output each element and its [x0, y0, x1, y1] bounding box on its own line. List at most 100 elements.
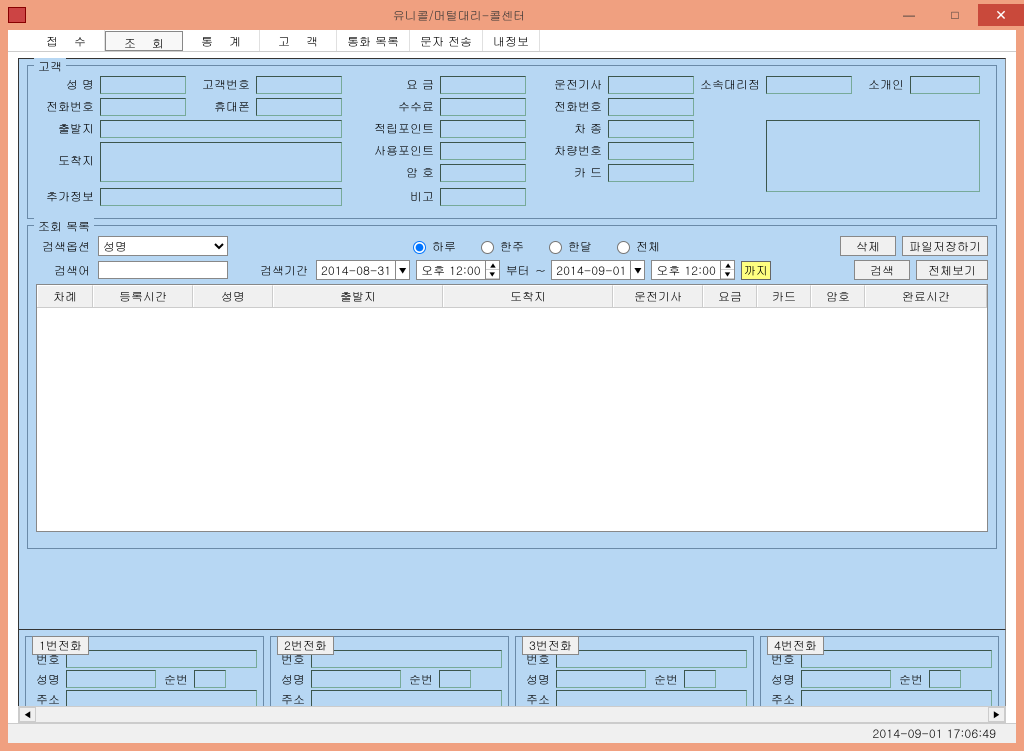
from-text: 부터 [506, 262, 530, 279]
line2-box: 2번전화 번호 성명순번 주소 [270, 636, 509, 714]
lbl-l1-name: 성명 [32, 671, 62, 688]
show-all-button[interactable]: 전체보기 [916, 260, 988, 280]
col-done[interactable]: 완료시간 [865, 285, 987, 307]
lbl-keyword: 검색어 [36, 262, 92, 279]
search-option-select[interactable]: 성명 [98, 236, 228, 256]
menu-bar: 접 수 조 회 통 계 고 객 통화 목록 문자 전송 내정보 [8, 30, 1016, 52]
col-card[interactable]: 카드 [757, 285, 811, 307]
search-button[interactable]: 검색 [854, 260, 910, 280]
fld-l2-seq[interactable] [439, 670, 471, 688]
lbl-agency: 소속대리점 [698, 76, 762, 93]
menu-customer[interactable]: 고 객 [260, 30, 337, 51]
fld-card[interactable] [608, 164, 694, 182]
fld-from[interactable] [100, 120, 342, 138]
col-regtime[interactable]: 등록시간 [93, 285, 193, 307]
fld-referrer[interactable] [910, 76, 980, 94]
fld-extra[interactable] [100, 188, 342, 206]
fld-fee[interactable] [440, 76, 526, 94]
time-from[interactable]: 오후 12:00▲▼ [416, 260, 500, 280]
col-from[interactable]: 출발지 [273, 285, 443, 307]
menu-sms[interactable]: 문자 전송 [410, 30, 483, 51]
line2-title: 2번전화 [277, 636, 334, 655]
fld-l2-name[interactable] [311, 670, 401, 688]
keyword-input[interactable] [98, 261, 228, 279]
dropdown-icon[interactable]: ▼ [395, 261, 409, 279]
line1-box: 1번전화 번호 성명순번 주소 [25, 636, 264, 714]
fld-l3-name[interactable] [556, 670, 646, 688]
menu-accept[interactable]: 접 수 [28, 30, 105, 51]
radio-day[interactable]: 하루 [408, 238, 456, 255]
fld-l4-no[interactable] [801, 650, 992, 668]
fld-savept[interactable] [440, 120, 526, 138]
line4-title: 4번전화 [767, 636, 824, 655]
fld-l3-seq[interactable] [684, 670, 716, 688]
fld-commission[interactable] [440, 98, 526, 116]
col-driver[interactable]: 운전기사 [613, 285, 703, 307]
fld-name[interactable] [100, 76, 186, 94]
scroll-left-icon[interactable]: ◀ [19, 707, 36, 722]
lbl-card: 카 드 [544, 164, 604, 181]
customer-group-title: 고객 [34, 58, 66, 75]
menu-calllog[interactable]: 통화 목록 [337, 30, 410, 51]
radio-week[interactable]: 한주 [476, 238, 524, 255]
col-fee[interactable]: 요금 [703, 285, 757, 307]
fld-memo[interactable] [766, 120, 980, 192]
fld-agency[interactable] [766, 76, 852, 94]
fld-l1-no[interactable] [66, 650, 257, 668]
time-to[interactable]: 오후 12:00▲▼ [651, 260, 735, 280]
fld-remark[interactable] [440, 188, 526, 206]
delete-button[interactable]: 삭제 [840, 236, 896, 256]
lbl-referrer: 소개인 [860, 76, 906, 93]
table-body[interactable] [37, 308, 987, 531]
fld-l1-seq[interactable] [194, 670, 226, 688]
fld-driver[interactable] [608, 76, 694, 94]
col-name[interactable]: 성명 [193, 285, 273, 307]
fld-l4-name[interactable] [801, 670, 891, 688]
col-to[interactable]: 도착지 [443, 285, 613, 307]
result-table: 차례 등록시간 성명 출발지 도착지 운전기사 요금 카드 암호 완료시간 [36, 284, 988, 532]
lbl-tel: 전화번호 [36, 98, 96, 115]
col-pw[interactable]: 암호 [811, 285, 865, 307]
until-text: 까지 [741, 261, 771, 280]
fld-to[interactable] [100, 142, 342, 182]
app-icon [8, 7, 26, 23]
menu-myinfo[interactable]: 내정보 [483, 30, 540, 51]
radio-month[interactable]: 한달 [544, 238, 592, 255]
radio-all[interactable]: 전체 [612, 238, 660, 255]
fld-tel[interactable] [100, 98, 186, 116]
search-row-2: 검색어 검색기간 2014-08-31▼ 오후 12:00▲▼ 부터 ~ 201… [36, 260, 988, 280]
lbl-cartype: 차 종 [544, 120, 604, 137]
maximize-button[interactable]: □ [932, 4, 978, 26]
title-bar: 유니콜/머털대리-콜센터 — □ ✕ [0, 0, 1024, 30]
scroll-right-icon[interactable]: ▶ [988, 707, 1005, 722]
spinner-icon[interactable]: ▲▼ [720, 261, 734, 279]
fld-pw[interactable] [440, 164, 526, 182]
save-file-button[interactable]: 파일저장하기 [902, 236, 988, 256]
menu-stats[interactable]: 통 계 [183, 30, 260, 51]
fld-l2-no[interactable] [311, 650, 502, 668]
fld-usept[interactable] [440, 142, 526, 160]
lbl-from: 출발지 [36, 120, 96, 137]
fld-dtel[interactable] [608, 98, 694, 116]
lbl-savept: 적립포인트 [366, 120, 436, 137]
dropdown-icon[interactable]: ▼ [630, 261, 644, 279]
minimize-button[interactable]: — [886, 4, 932, 26]
close-button[interactable]: ✕ [978, 4, 1024, 26]
fld-mobile[interactable] [256, 98, 342, 116]
main-panel: 고객 성 명 고객번호 요 금 운전기사 소속대리점 소개인 전화번호 휴대폰 [18, 58, 1006, 641]
tilde: ~ [536, 262, 546, 279]
fld-l3-no[interactable] [556, 650, 747, 668]
fld-l1-name[interactable] [66, 670, 156, 688]
fld-custno[interactable] [256, 76, 342, 94]
date-to[interactable]: 2014-09-01▼ [551, 260, 645, 280]
fld-l4-seq[interactable] [929, 670, 961, 688]
table-header: 차례 등록시간 성명 출발지 도착지 운전기사 요금 카드 암호 완료시간 [37, 285, 987, 308]
col-seq[interactable]: 차례 [37, 285, 93, 307]
spinner-icon[interactable]: ▲▼ [485, 261, 499, 279]
fld-carno[interactable] [608, 142, 694, 160]
menu-query[interactable]: 조 회 [105, 31, 183, 51]
date-from[interactable]: 2014-08-31▼ [316, 260, 410, 280]
lbl-mobile: 휴대폰 [192, 98, 252, 115]
fld-cartype[interactable] [608, 120, 694, 138]
h-scrollbar[interactable]: ◀ ▶ [18, 706, 1006, 723]
